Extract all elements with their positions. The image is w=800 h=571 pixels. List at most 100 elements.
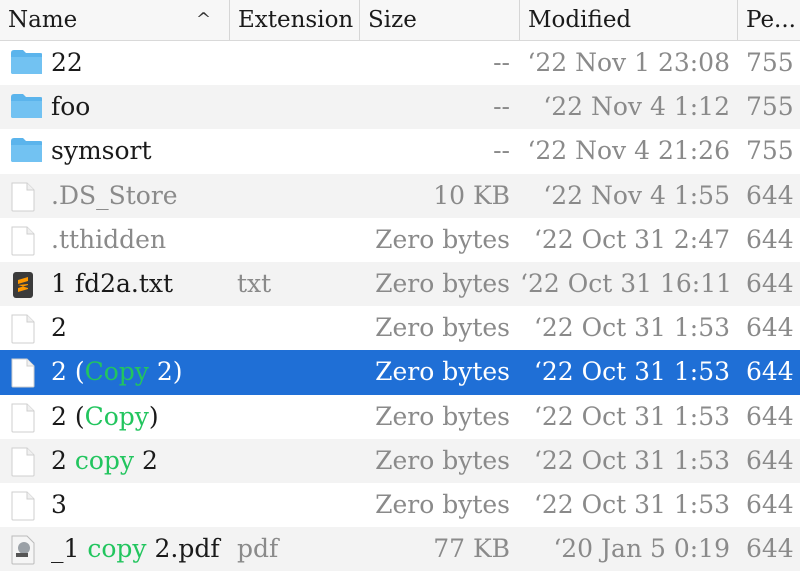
file-row-selected[interactable]: 2 (Copy 2) Zero bytes ‘22 Oct 31 1:53 644: [0, 350, 800, 395]
file-size: --: [493, 92, 510, 122]
file-modified: ‘22 Oct 31 1:53: [533, 445, 730, 475]
file-row[interactable]: symsort -- ‘22 Nov 4 21:26 755: [0, 129, 800, 173]
file-name: 2 (Copy 2): [51, 350, 231, 394]
file-extension: [237, 306, 357, 350]
file-row[interactable]: foo -- ‘22 Nov 4 1:12 755: [0, 85, 800, 130]
file-extension: [237, 483, 357, 527]
file-permissions: 644: [746, 401, 794, 431]
file-row[interactable]: .tthidden Zero bytes ‘22 Oct 31 2:47 644: [0, 218, 800, 262]
file-size: Zero bytes: [375, 357, 510, 387]
file-name-text: .DS_Store: [51, 180, 178, 210]
file-permissions: 755: [746, 92, 794, 122]
file-size: Zero bytes: [375, 313, 510, 343]
file-extension: [237, 350, 357, 394]
file-extension: [237, 174, 357, 218]
column-header-extension[interactable]: Extension: [230, 0, 360, 40]
file-extension: [237, 439, 357, 483]
file-modified: ‘22 Nov 1 23:08: [527, 48, 730, 77]
file-extension: txt: [237, 268, 272, 298]
file-name-text: 22: [51, 48, 83, 77]
file-row[interactable]: 2 (Copy) Zero bytes ‘22 Oct 31 1:53 644: [0, 395, 800, 439]
file-name-text: .tthidden: [51, 224, 167, 254]
folder-icon: [10, 129, 42, 173]
file-name-text: foo: [51, 92, 91, 122]
file-modified: ‘22 Oct 31 1:53: [533, 489, 730, 519]
file-permissions: 755: [746, 48, 794, 77]
file-icon: [10, 483, 42, 527]
file-row[interactable]: 1 fd2a.txt txt Zero bytes ‘22 Oct 31 16:11 6…: [0, 261, 800, 307]
file-row[interactable]: _1 copy 2.pdf pdf 77 KB ‘20 Jan 5 0:19 644: [0, 527, 800, 571]
file-modified: ‘22 Oct 31 1:53: [533, 357, 730, 387]
file-size: --: [493, 48, 510, 77]
file-modified: ‘22 Oct 31 1:53: [533, 313, 730, 343]
file-size: 10 KB: [433, 180, 510, 210]
search-match-highlight: Copy: [84, 401, 149, 431]
file-name-text: _1: [51, 534, 88, 564]
file-permissions: 644: [746, 224, 794, 254]
file-name: symsort: [51, 129, 231, 173]
file-size: Zero bytes: [375, 401, 510, 431]
file-name-text: 2 (: [51, 401, 85, 431]
search-match-highlight: copy: [74, 445, 135, 475]
column-header-size-label: Size: [368, 7, 417, 33]
file-name: 2: [51, 306, 231, 350]
file-row[interactable]: 22 -- ‘22 Nov 1 23:08 755: [0, 41, 800, 85]
file-permissions: 644: [746, 534, 794, 564]
file-name: .tthidden: [51, 218, 231, 262]
file-icon: [10, 395, 42, 439]
file-name-text: 3: [51, 489, 67, 519]
file-row[interactable]: 2 copy 2 Zero bytes ‘22 Oct 31 1:53 644: [0, 438, 800, 483]
file-name: foo: [51, 85, 231, 129]
pdf-file-icon: [10, 527, 42, 571]
file-name: 2 (Copy): [51, 395, 231, 439]
column-header-size[interactable]: Size: [360, 0, 520, 40]
file-name: 2 copy 2: [51, 439, 231, 483]
search-match-highlight: copy: [87, 534, 147, 564]
file-modified: ‘22 Oct 31 1:53: [533, 401, 730, 431]
file-size: 77 KB: [433, 534, 510, 564]
sort-ascending-icon[interactable]: ^: [196, 0, 211, 40]
file-permissions: 644: [746, 313, 794, 343]
file-size: --: [493, 136, 510, 166]
file-row[interactable]: 2 Zero bytes ‘22 Oct 31 1:53 644: [0, 306, 800, 350]
file-extension: [237, 218, 357, 262]
file-name: 22: [51, 41, 231, 85]
file-name: 3: [51, 483, 231, 527]
file-permissions: 644: [746, 445, 794, 475]
file-modified: ‘22 Oct 31 16:11: [520, 268, 730, 298]
file-name-text: 2: [51, 313, 67, 343]
folder-icon: [10, 41, 42, 85]
file-permissions: 644: [746, 357, 794, 387]
file-name: _1 copy 2.pdf: [51, 527, 231, 571]
file-permissions: 755: [746, 136, 794, 166]
file-row[interactable]: .DS_Store 10 KB ‘22 Nov 4 1:55 644: [0, 173, 800, 218]
column-header-extension-label: Extension: [238, 7, 354, 33]
file-name-text: 1 fd2a.txt: [51, 268, 174, 298]
file-permissions: 644: [746, 268, 794, 298]
file-icon: [10, 218, 42, 262]
file-name-suffix: ): [148, 401, 159, 431]
file-extension: [237, 129, 357, 173]
column-header-modified-label: Modified: [528, 7, 632, 33]
file-modified: ‘22 Nov 4 21:26: [527, 136, 730, 166]
file-permissions: 644: [746, 489, 794, 519]
file-name: .DS_Store: [51, 174, 231, 218]
file-name-text: 2: [51, 445, 75, 475]
file-permissions: 644: [746, 180, 794, 210]
file-size: Zero bytes: [375, 489, 510, 519]
file-size: Zero bytes: [375, 224, 510, 254]
file-modified: ‘22 Nov 4 1:55: [543, 180, 730, 210]
file-icon: [10, 439, 42, 483]
file-name-suffix: 2.pdf: [146, 534, 220, 564]
file-extension: [237, 85, 357, 129]
file-extension: [237, 395, 357, 439]
file-name-text: 2 (: [51, 357, 85, 387]
file-size: Zero bytes: [375, 445, 510, 475]
file-name: 1 fd2a.txt: [51, 262, 231, 306]
column-header-permissions[interactable]: Pe...: [738, 0, 800, 40]
file-extension: pdf: [237, 534, 279, 564]
file-row[interactable]: 3 Zero bytes ‘22 Oct 31 1:53 644: [0, 483, 800, 527]
file-list: 22 -- ‘22 Nov 1 23:08 755 foo -- ‘22 Nov 4 1:1…: [0, 41, 800, 571]
file-name-suffix: 2): [148, 357, 183, 387]
column-header-modified[interactable]: Modified: [520, 0, 738, 40]
